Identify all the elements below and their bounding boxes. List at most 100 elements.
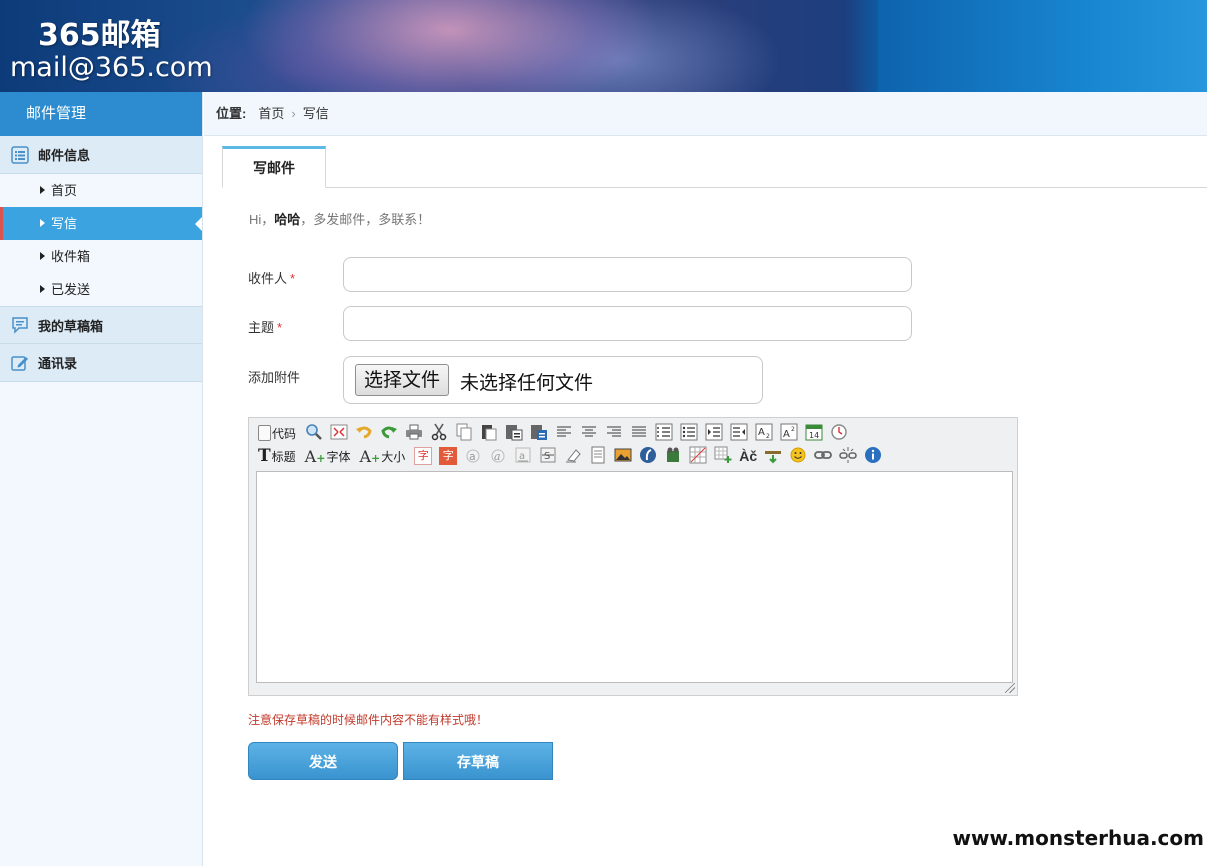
search-button[interactable] [305,423,323,443]
cut-button[interactable] [430,423,448,443]
select-all-button[interactable] [589,446,607,466]
greeting-name: 哈哈 [274,212,301,227]
sidebar-item-compose[interactable]: 写信 [0,207,202,240]
indent-button[interactable] [705,423,723,443]
spell-button[interactable]: Àč [739,446,757,466]
svg-text:14: 14 [809,431,819,440]
sidebar-item-sent[interactable]: 已发送 [0,273,202,306]
copy-button[interactable] [455,423,473,443]
remove-format-button[interactable] [564,446,582,466]
paste-text-button[interactable] [505,423,523,443]
size-icon: A+ [359,446,381,466]
align-right-button[interactable] [605,423,623,443]
unlink-icon [839,446,857,467]
bold-button[interactable]: a [464,446,482,466]
breadcrumb-current: 写信 [302,106,329,121]
breadcrumb: 位置: 首页 › 写信 [204,92,1207,136]
flash-button[interactable] [639,446,657,466]
strikethrough-button[interactable]: S [539,446,557,466]
paste-word-icon [530,423,548,444]
align-center-button[interactable] [580,423,598,443]
size-button[interactable]: A+ 大小 [359,446,405,466]
paste-button[interactable] [480,423,498,443]
bg-color-button[interactable]: 字 [439,446,458,466]
insert-line-button[interactable] [764,446,782,466]
italic-button[interactable]: a [489,446,507,466]
sidebar-group-contacts[interactable]: 通讯录 [0,344,202,382]
paste-word-button[interactable] [530,423,548,443]
watermark: www.monsterhua.com [945,810,1207,866]
recipient-input[interactable] [343,257,912,292]
align-justify-button[interactable] [630,423,648,443]
table-button[interactable] [689,446,707,466]
time-button[interactable] [830,423,848,443]
font-color-button[interactable]: 字 [414,446,433,466]
align-justify-icon [630,423,648,444]
choose-file-button[interactable]: 选择文件 [355,364,450,396]
recipient-label-text: 收件人 [248,271,288,286]
media-button[interactable] [664,446,682,466]
header-band [878,0,1207,92]
breadcrumb-label: 位置: [216,106,247,121]
sidebar-group-label: 我的草稿箱 [38,318,104,334]
image-button[interactable] [614,446,632,466]
sidebar-item-inbox[interactable]: 收件箱 [0,240,202,273]
subscript-button[interactable]: A2 [755,423,773,443]
date-button[interactable]: 14 [805,423,823,443]
chevron-right-icon: › [291,106,296,121]
outdent-button[interactable] [730,423,748,443]
sidebar-item-label: 写信 [51,216,78,231]
tab-compose[interactable]: 写邮件 [222,146,326,188]
align-left-button[interactable] [555,423,573,443]
indent-icon [705,423,723,444]
strikethrough-icon: S [539,446,557,467]
cut-icon [430,423,448,444]
draft-warning-note: 注意保存草稿的时候邮件内容不能有样式哦！ [248,713,489,727]
editor-content-area[interactable] [256,471,1013,683]
fullscreen-button[interactable] [330,423,348,443]
underline-icon: a [514,446,532,467]
sidebar-group-drafts[interactable]: 我的草稿箱 [0,306,202,344]
emoticon-button[interactable] [789,446,807,466]
subscript-icon: A2 [755,423,773,444]
send-button[interactable]: 发送 [248,742,398,780]
bold-icon: a [464,446,482,467]
code-button[interactable]: 代码 [258,423,296,443]
sidebar-item-home[interactable]: 首页 [0,174,202,207]
svg-text:A: A [758,427,765,438]
underline-button[interactable]: a [514,446,532,466]
subject-input[interactable] [343,306,912,341]
table-icon [689,446,707,467]
info-icon [864,446,882,467]
search-icon [305,423,323,444]
about-button[interactable] [864,446,882,466]
ordered-list-button[interactable] [655,423,673,443]
breadcrumb-home-link[interactable]: 首页 [258,106,284,121]
unlink-button[interactable] [839,446,857,466]
font-button[interactable]: A+ 字体 [305,446,351,466]
link-button[interactable] [814,446,833,466]
image-icon [614,446,632,467]
sidebar-group-label: 邮件信息 [38,148,91,163]
save-draft-button[interactable]: 存草稿 [403,742,553,780]
align-center-icon [580,423,598,444]
spell-icon: Àč [739,448,758,464]
attachment-field: 选择文件 未选择任何文件 [343,356,763,404]
remove-format-icon [564,446,582,467]
redo-button[interactable] [380,423,398,443]
print-button[interactable] [405,423,423,443]
sidebar-group-mail-info[interactable]: 邮件信息 [0,136,202,174]
sidebar-group-label: 通讯录 [38,356,78,371]
resize-handle-icon[interactable] [1005,683,1015,693]
size-label: 大小 [381,449,406,464]
heading-button[interactable]: T 标题 [258,446,296,466]
heading-icon: T [258,446,271,466]
undo-button[interactable] [355,423,373,443]
unordered-list-button[interactable] [680,423,698,443]
ordered-list-icon [655,423,673,444]
superscript-button[interactable]: A2 [780,423,798,443]
time-icon [830,423,848,444]
hr-icon [714,446,732,467]
sidebar-item-label: 收件箱 [51,249,91,264]
hr-button[interactable] [714,446,732,466]
